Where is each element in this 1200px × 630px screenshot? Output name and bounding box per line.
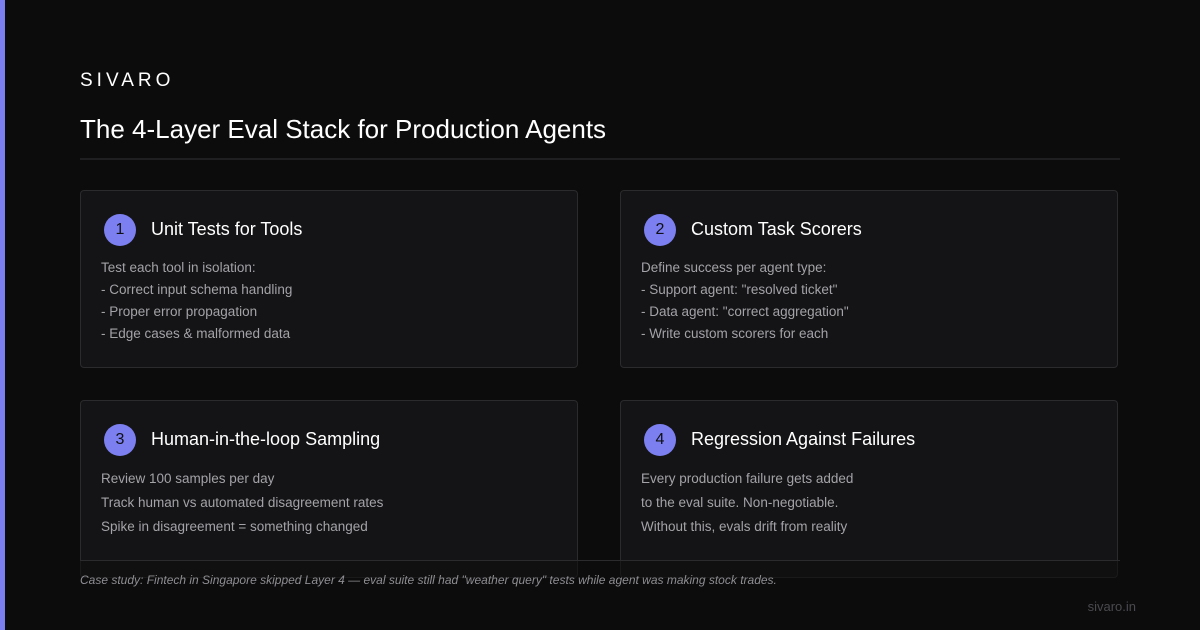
card-title: Regression Against Failures (691, 429, 916, 449)
card-line: Every production failure gets added (641, 471, 854, 486)
card-line: - Correct input schema handling (101, 282, 293, 297)
brand-logo: SIVARO (80, 70, 175, 91)
accent-bar (0, 0, 5, 630)
card-body: Define success per agent type: - Support… (641, 257, 849, 345)
step-number-badge: 2 (644, 214, 676, 246)
card-line: Test each tool in isolation: (101, 260, 256, 275)
step-number-badge: 4 (644, 424, 676, 456)
card-body: Test each tool in isolation: - Correct i… (101, 257, 292, 345)
title-divider (80, 158, 1120, 160)
card-line: - Support agent: "resolved ticket" (641, 282, 838, 297)
card-title: Human-in-the-loop Sampling (151, 429, 381, 449)
card-line: Spike in disagreement = something change… (101, 519, 368, 534)
footer-url: sivaro.in (1087, 599, 1136, 614)
case-study-note: Case study: Fintech in Singapore skipped… (80, 573, 777, 587)
layer-card-task-scorers: 2 Custom Task Scorers Define success per… (620, 190, 1118, 368)
card-body: Every production failure gets added to t… (641, 467, 853, 539)
card-line: Track human vs automated disagreement ra… (101, 495, 384, 510)
card-line: - Write custom scorers for each (641, 326, 829, 341)
step-number-badge: 1 (104, 214, 136, 246)
card-line: - Edge cases & malformed data (101, 326, 291, 341)
card-line: - Proper error propagation (101, 304, 258, 319)
layer-card-unit-tests: 1 Unit Tests for Tools Test each tool in… (80, 190, 578, 368)
card-body: Review 100 samples per day Track human v… (101, 467, 383, 539)
layer-card-regression: 4 Regression Against Failures Every prod… (620, 400, 1118, 578)
card-line: Review 100 samples per day (101, 471, 275, 486)
card-title: Custom Task Scorers (691, 219, 862, 239)
card-line: - Data agent: "correct aggregation" (641, 304, 849, 319)
card-title: Unit Tests for Tools (151, 219, 303, 239)
card-line: Without this, evals drift from reality (641, 519, 848, 534)
case-study-divider (80, 560, 1120, 561)
page-title: The 4-Layer Eval Stack for Production Ag… (80, 114, 607, 144)
step-number-badge: 3 (104, 424, 136, 456)
card-line: to the eval suite. Non-negotiable. (641, 495, 839, 510)
layer-card-human-sampling: 3 Human-in-the-loop Sampling Review 100 … (80, 400, 578, 578)
card-line: Define success per agent type: (641, 260, 827, 275)
